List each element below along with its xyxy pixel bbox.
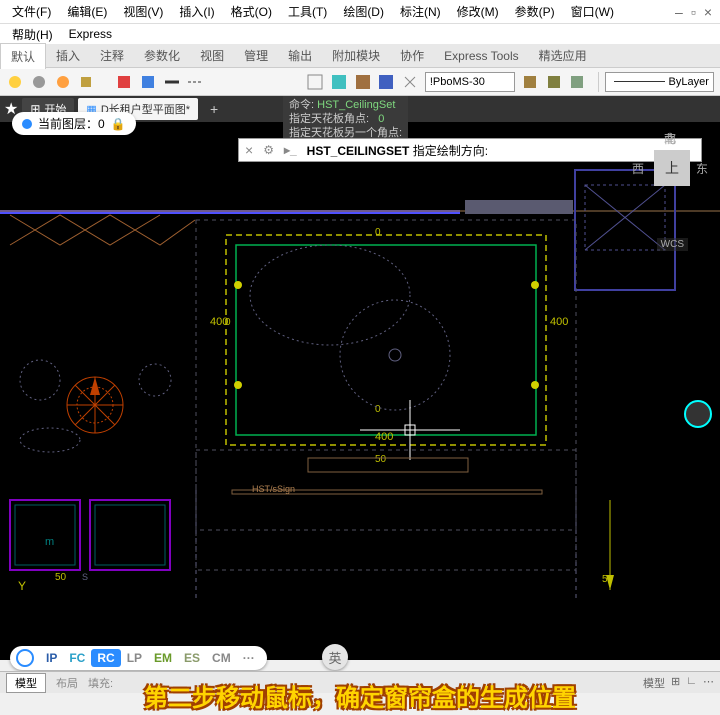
- hst-sign-label: HST/sSign: [252, 484, 295, 494]
- linetype-icon[interactable]: [186, 73, 204, 91]
- bylayer-label: ByLayer: [669, 76, 709, 88]
- opt-ip[interactable]: IP: [40, 649, 63, 667]
- layerset-input[interactable]: [425, 72, 515, 92]
- bulb-icon: [22, 119, 32, 129]
- layer-x-icon[interactable]: [401, 73, 419, 91]
- opt-cm[interactable]: CM: [206, 649, 237, 667]
- lineweight-icon[interactable]: [163, 73, 181, 91]
- svg-text:50: 50: [55, 572, 67, 583]
- tab-addons[interactable]: 附加模块: [322, 43, 390, 68]
- layertools1-icon[interactable]: [521, 73, 539, 91]
- tab-annotate[interactable]: 注释: [90, 43, 134, 68]
- cmdline-close-icon[interactable]: ×: [239, 142, 259, 158]
- color2-icon[interactable]: [139, 73, 157, 91]
- isolate-icon[interactable]: [77, 73, 95, 91]
- menu-file[interactable]: 文件(F): [4, 3, 59, 20]
- tab-default[interactable]: 默认: [0, 43, 46, 69]
- menu-bar-2: 帮助(H) Express: [0, 24, 720, 44]
- svg-text:Y: Y: [18, 579, 26, 593]
- light-off-icon[interactable]: [30, 73, 48, 91]
- ribbon-tabs: 默认 插入 注释 参数化 视图 管理 输出 附加模块 协作 Express To…: [0, 44, 720, 68]
- restore-button[interactable]: ▫: [691, 4, 696, 20]
- menu-format[interactable]: 格式(O): [223, 3, 280, 20]
- menu-annotate[interactable]: 标注(N): [392, 3, 449, 20]
- avatar-icon[interactable]: [684, 400, 712, 428]
- opt-rc[interactable]: RC: [91, 649, 120, 667]
- viewcube-south[interactable]: 南: [664, 130, 676, 147]
- linetype-combo[interactable]: ByLayer: [605, 72, 714, 92]
- layer-brown-icon[interactable]: [354, 73, 372, 91]
- wcs-label[interactable]: WCS: [657, 238, 688, 251]
- dim-400-bottom: 400: [375, 431, 393, 443]
- opt-em[interactable]: EM: [148, 649, 178, 667]
- cmdline-settings-icon[interactable]: ⚙: [259, 143, 278, 157]
- cmdline-text: HST_CEILINGSET 指定绘制方向:: [303, 142, 492, 159]
- minimize-button[interactable]: –: [675, 4, 683, 20]
- layertools3-icon[interactable]: [568, 73, 586, 91]
- tab-view[interactable]: 视图: [190, 43, 234, 68]
- menu-bar: 文件(F) 编辑(E) 视图(V) 插入(I) 格式(O) 工具(T) 绘图(D…: [0, 0, 720, 24]
- layer-drop-icon[interactable]: [306, 73, 324, 91]
- menu-modify[interactable]: 修改(M): [449, 3, 507, 20]
- light-icon[interactable]: [6, 73, 24, 91]
- current-layer-label: 当前图层：0: [38, 115, 105, 132]
- viewcube-west[interactable]: 西: [632, 160, 644, 177]
- color-icon[interactable]: [115, 73, 133, 91]
- tab-express-tools[interactable]: Express Tools: [434, 45, 528, 67]
- opt-lp[interactable]: LP: [121, 649, 148, 667]
- options-gear-icon[interactable]: [16, 649, 34, 667]
- toolbar: ByLayer: [0, 68, 720, 96]
- svg-text:m: m: [45, 536, 54, 548]
- view-cube[interactable]: 上 北 南 东 西: [630, 130, 710, 210]
- tab-output[interactable]: 输出: [278, 43, 322, 68]
- menu-view[interactable]: 视图(V): [115, 3, 171, 20]
- drawing-canvas[interactable]: 400 400 400 0 0 0 50 HST/sSign m Y 50 S: [0, 100, 720, 660]
- menu-window[interactable]: 窗口(W): [563, 3, 622, 20]
- menu-tools[interactable]: 工具(T): [280, 3, 335, 20]
- opt-more[interactable]: ···: [237, 649, 261, 667]
- menu-help[interactable]: 帮助(H): [4, 26, 61, 43]
- menu-express[interactable]: Express: [61, 27, 120, 41]
- opt-fc[interactable]: FC: [63, 649, 91, 667]
- current-layer-badge[interactable]: 当前图层：0 🔒: [12, 112, 136, 135]
- menu-draw[interactable]: 绘图(D): [335, 3, 392, 20]
- viewcube-top[interactable]: 上: [654, 150, 690, 186]
- dim-0-bot: 0: [375, 404, 381, 415]
- layer-blue-icon[interactable]: [377, 73, 395, 91]
- tab-featured[interactable]: 精选应用: [529, 43, 597, 68]
- tab-collab[interactable]: 协作: [390, 43, 434, 68]
- caption-overlay: 第二步移动鼠标，确定窗帘盒的生成位置: [0, 678, 720, 715]
- menu-insert[interactable]: 插入(I): [171, 3, 222, 20]
- window-controls: – ▫ ×: [667, 0, 720, 24]
- command-options: IP FC RC LP EM ES CM ···: [10, 646, 267, 670]
- new-tab-button[interactable]: +: [202, 101, 226, 117]
- dim-0-left: 0: [225, 317, 231, 328]
- tab-manage[interactable]: 管理: [234, 43, 278, 68]
- dim-0-top: 0: [375, 227, 381, 238]
- cmdline-run-icon: ▸_: [278, 143, 303, 157]
- freeze-icon[interactable]: [54, 73, 72, 91]
- menu-edit[interactable]: 编辑(E): [59, 3, 115, 20]
- viewcube-east[interactable]: 东: [696, 160, 708, 177]
- close-button[interactable]: ×: [704, 4, 712, 20]
- tab-parametric[interactable]: 参数化: [134, 43, 190, 68]
- layertools2-icon[interactable]: [545, 73, 563, 91]
- svg-text:50: 50: [602, 574, 614, 585]
- ime-indicator[interactable]: 英: [322, 644, 348, 670]
- dim-400-left: 400: [210, 316, 228, 328]
- opt-es[interactable]: ES: [178, 649, 206, 667]
- svg-text:50: 50: [375, 454, 387, 465]
- svg-text:S: S: [82, 572, 88, 582]
- command-echo: 命令: HST_CeilingSet 指定天花板角点: 0 指定天花板另一个角点…: [283, 96, 408, 142]
- menu-params[interactable]: 参数(P): [507, 3, 563, 20]
- layer-cyan-icon[interactable]: [330, 73, 348, 91]
- tab-insert[interactable]: 插入: [46, 43, 90, 68]
- lock-icon: 🔒: [111, 117, 126, 131]
- dim-400-right: 400: [550, 316, 568, 328]
